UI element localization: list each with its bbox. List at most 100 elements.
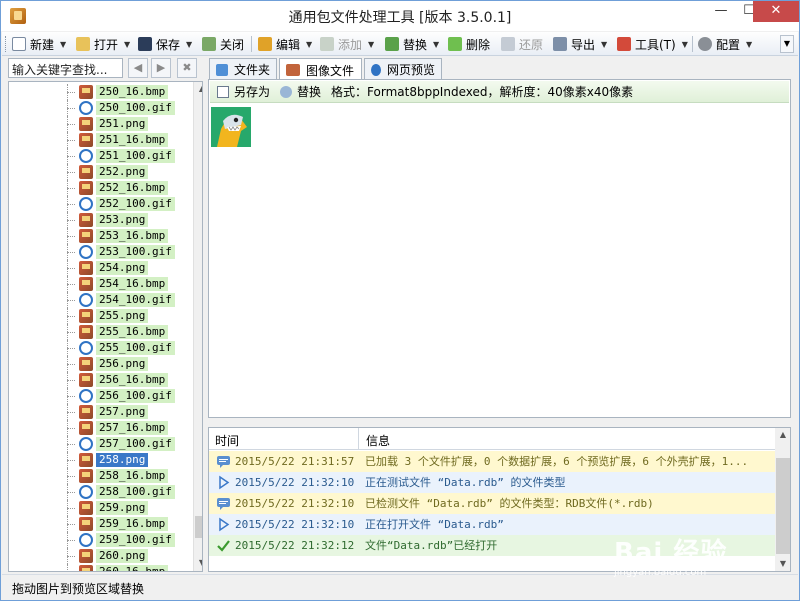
tree-item[interactable]: 257_16.bmp <box>9 420 189 436</box>
png-file-icon <box>79 405 93 419</box>
chevron-down-icon[interactable]: ▼ <box>60 40 66 49</box>
new-button[interactable]: 新建 ▼ <box>12 34 66 54</box>
tree-item[interactable]: 259_16.bmp <box>9 516 189 532</box>
tree-item[interactable]: 259.png <box>9 500 189 516</box>
tree-item[interactable]: 259_100.gif <box>9 532 189 548</box>
log-col-divider[interactable] <box>358 428 359 450</box>
tree-item[interactable]: 255_16.bmp <box>9 324 189 340</box>
chevron-down-icon[interactable]: ▼ <box>682 40 688 49</box>
toolbar-grip[interactable] <box>5 36 8 52</box>
save-as-button[interactable]: 另存为 <box>234 83 270 100</box>
tree-scrollbar[interactable]: ▲ ▼ <box>193 82 202 571</box>
chevron-down-icon[interactable]: ▼ <box>433 40 439 49</box>
new-label: 新建 <box>30 37 55 52</box>
chevron-down-icon[interactable]: ▼ <box>306 40 312 49</box>
log-row[interactable]: 2015/5/22 21:32:10 正在测试文件 “Data.rdb” 的文件类… <box>209 472 775 493</box>
clear-search-button[interactable]: ✖ <box>177 58 197 78</box>
tree-item[interactable]: 256_100.gif <box>9 388 189 404</box>
tree-item[interactable]: 252.png <box>9 164 189 180</box>
tab-folder[interactable]: 文件夹 <box>209 58 277 80</box>
image-view-panel: 另存为 替换 格式：Format8bppIndexed，解析度：40像素x40像… <box>208 79 791 418</box>
tree-item-label: 252_100.gif <box>96 197 175 211</box>
export-button[interactable]: 导出 ▼ <box>553 34 607 54</box>
tree-item[interactable]: 258_16.bmp <box>9 468 189 484</box>
close-file-button[interactable]: 关闭 <box>202 34 244 54</box>
gif-file-icon <box>79 437 93 451</box>
scroll-up-icon[interactable]: ▲ <box>194 82 202 96</box>
tree-item[interactable]: 256.png <box>9 356 189 372</box>
back-button[interactable]: ◀ <box>128 58 148 78</box>
tree-item[interactable]: 250_100.gif <box>9 100 189 116</box>
tree-item[interactable]: 251_100.gif <box>9 148 189 164</box>
tree-item[interactable]: 251_16.bmp <box>9 132 189 148</box>
tree-item-label: 255.png <box>96 309 149 323</box>
chevron-down-icon[interactable]: ▼ <box>368 40 374 49</box>
tools-button[interactable]: 工具(T) ▼ <box>617 34 688 54</box>
tree-item[interactable]: 255_100.gif <box>9 340 189 356</box>
open-button[interactable]: 打开 ▼ <box>76 34 130 54</box>
tree-item[interactable]: 252_100.gif <box>9 196 189 212</box>
scroll-up-icon[interactable]: ▲ <box>775 428 790 442</box>
log-col-info[interactable]: 信息 <box>366 432 390 449</box>
add-button[interactable]: 添加 ▼ <box>320 34 374 54</box>
bmp-file-icon <box>79 229 93 243</box>
export-label: 导出 <box>571 37 596 52</box>
delete-button[interactable]: 删除 <box>448 34 490 54</box>
tree-item[interactable]: 253_100.gif <box>9 244 189 260</box>
tree-item[interactable]: 253_16.bmp <box>9 228 189 244</box>
bmp-file-icon <box>79 277 93 291</box>
tree-item-label: 256_100.gif <box>96 389 175 403</box>
tree-item[interactable]: 256_16.bmp <box>9 372 189 388</box>
log-col-time[interactable]: 时间 <box>215 432 239 449</box>
tab-image-file[interactable]: 图像文件 <box>279 58 362 81</box>
replace-button[interactable]: 替换 ▼ <box>385 34 439 54</box>
scroll-down-icon[interactable]: ▼ <box>194 556 202 570</box>
replace-image-button[interactable]: 替换 <box>297 83 321 100</box>
search-input[interactable]: 输入关键字查找... <box>8 58 123 78</box>
bmp-file-icon <box>79 181 93 195</box>
gif-file-icon <box>79 245 93 259</box>
log-message: 正在测试文件 “Data.rdb” 的文件类型 <box>365 476 566 489</box>
tree-item[interactable]: 250_16.bmp <box>9 84 189 100</box>
tree-item[interactable]: 257_100.gif <box>9 436 189 452</box>
tree-item[interactable]: 257.png <box>9 404 189 420</box>
tree-item[interactable]: 258_100.gif <box>9 484 189 500</box>
close-file-icon <box>202 37 216 51</box>
image-preview[interactable] <box>211 107 251 147</box>
tree-item[interactable]: 254.png <box>9 260 189 276</box>
forward-button[interactable]: ▶ <box>151 58 171 78</box>
tree-scroll-thumb[interactable] <box>195 516 202 538</box>
window-title: 通用包文件处理工具 [版本 3.5.0.1] <box>288 10 512 26</box>
file-tree[interactable]: 250_16.bmp 250_100.gif 251.png 251_16.bmp 25… <box>8 81 203 572</box>
tree-item[interactable]: 255.png <box>9 308 189 324</box>
tree-connector <box>67 492 75 493</box>
tree-item[interactable]: 251.png <box>9 116 189 132</box>
tree-item-label: 251.png <box>96 117 149 131</box>
chevron-down-icon[interactable]: ▼ <box>186 40 192 49</box>
save-button[interactable]: 保存 ▼ <box>138 34 192 54</box>
chevron-down-icon[interactable]: ▼ <box>601 40 607 49</box>
toolbar-overflow-button[interactable]: ▼ <box>780 35 794 53</box>
tree-item[interactable]: 253.png <box>9 212 189 228</box>
minimize-button[interactable]: — <box>707 1 735 22</box>
restore-button[interactable]: 还原 <box>501 34 543 54</box>
log-row[interactable]: 2015/5/22 21:31:57 已加载 3 个文件扩展，0 个数据扩展，6 … <box>209 451 775 472</box>
gif-file-icon <box>79 341 93 355</box>
config-button[interactable]: 配置 ▼ <box>698 34 752 54</box>
tree-item[interactable]: 260_16.bmp <box>9 564 189 571</box>
chevron-down-icon[interactable]: ▼ <box>124 40 130 49</box>
tree-item[interactable]: 254_100.gif <box>9 292 189 308</box>
edit-button[interactable]: 编辑 ▼ <box>258 34 312 54</box>
png-file-icon <box>79 309 93 323</box>
chevron-down-icon[interactable]: ▼ <box>746 40 752 49</box>
log-row[interactable]: 2015/5/22 21:32:10 已检测文件 “Data.rdb” 的文件类型… <box>209 493 775 514</box>
new-file-icon <box>12 37 26 51</box>
close-window-button[interactable]: ✕ <box>753 1 799 22</box>
tree-item-label: 256_16.bmp <box>96 373 169 387</box>
tree-item[interactable]: 254_16.bmp <box>9 276 189 292</box>
tree-item[interactable]: 260.png <box>9 548 189 564</box>
tree-item[interactable]: 258.png <box>9 452 189 468</box>
tab-web-preview[interactable]: 网页预览 <box>364 58 442 80</box>
tree-item[interactable]: 252_16.bmp <box>9 180 189 196</box>
tree-connector <box>67 428 75 429</box>
